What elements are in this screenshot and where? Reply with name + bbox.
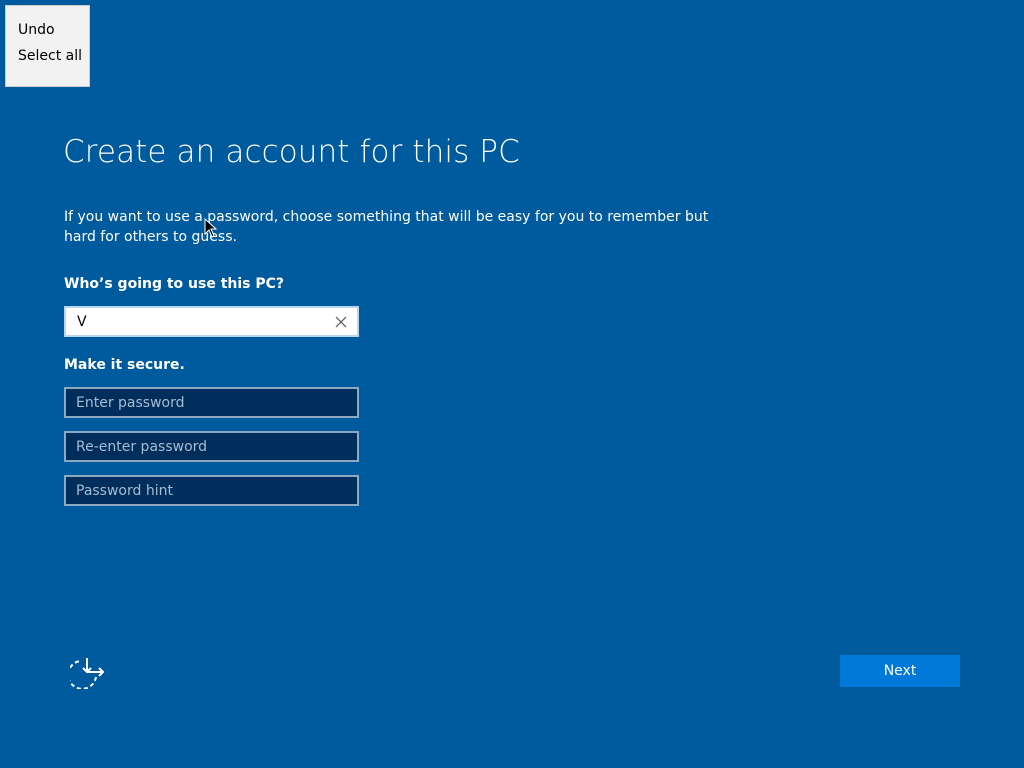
- password-hint-placeholder: Password hint: [76, 483, 173, 499]
- ease-of-access-icon[interactable]: [70, 655, 106, 689]
- next-button[interactable]: Next: [840, 655, 960, 687]
- reenter-password-field[interactable]: Re-enter password: [64, 431, 359, 462]
- username-value: V: [77, 314, 87, 330]
- context-menu: Undo Select all: [5, 5, 90, 87]
- clear-icon[interactable]: [333, 314, 349, 330]
- password-field[interactable]: Enter password: [64, 387, 359, 418]
- secure-label: Make it secure.: [64, 357, 185, 373]
- who-label: Who’s going to use this PC?: [64, 276, 285, 292]
- username-field[interactable]: V: [64, 306, 359, 337]
- password-placeholder: Enter password: [76, 395, 185, 411]
- page-title: Create an account for this PC: [63, 134, 520, 170]
- page-description: If you want to use a password, choose so…: [64, 209, 709, 245]
- mouse-cursor-icon: [204, 218, 218, 238]
- reenter-password-placeholder: Re-enter password: [76, 439, 208, 455]
- menu-item-select-all[interactable]: Select all: [6, 40, 89, 72]
- password-hint-field[interactable]: Password hint: [64, 475, 359, 506]
